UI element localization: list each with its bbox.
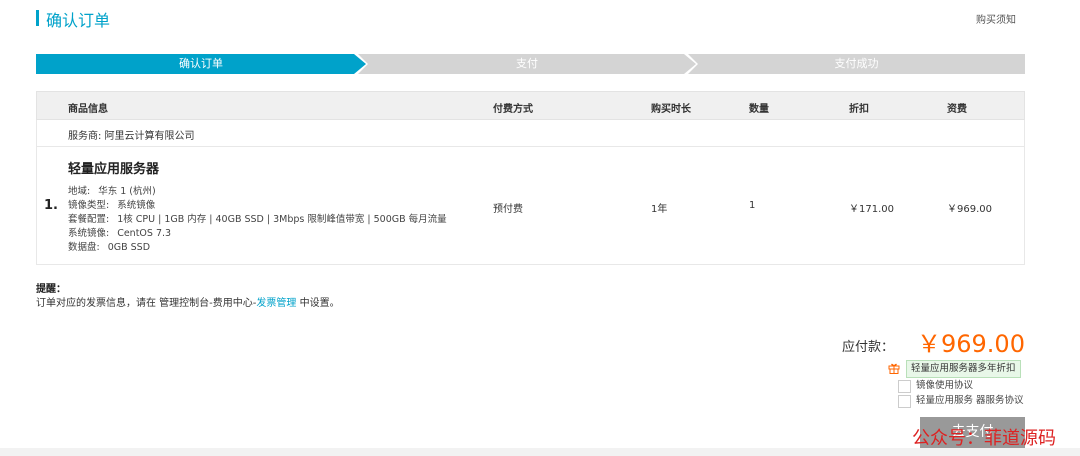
main-panel: 确认订单 支付 支付成功 商品信息 付费方式 购买时长 数量 折扣 资费 服务商… (0, 42, 1080, 449)
col-price: 资费 (947, 104, 967, 115)
spec-value: 系统镜像 (117, 200, 156, 211)
table-header: 商品信息 付费方式 购买时长 数量 折扣 资费 (36, 91, 1025, 120)
order-table: 商品信息 付费方式 购买时长 数量 折扣 资费 服务商: 阿里云计算有限公司 1… (36, 91, 1025, 265)
invoice-management-link[interactable]: 发票管理 (256, 298, 296, 309)
spec-system-image: 系统镜像: CentOS 7.3 (68, 227, 447, 241)
page-title: 确认订单 (46, 11, 111, 30)
step-pay-success: 支付成功 (688, 54, 1025, 74)
step-confirm-order: 确认订单 (36, 54, 366, 74)
top-bar: 确认订单 购买须知 (0, 0, 1080, 42)
col-discount: 折扣 (849, 104, 869, 115)
provider-name: 服务商: 阿里云计算有限公司 (68, 131, 195, 142)
purchase-notice-link[interactable]: 购买须知 (976, 11, 1016, 26)
reminder-text-after: 中设置。 (296, 298, 340, 309)
gift-icon (888, 363, 900, 374)
step-pay-label: 支付 (516, 57, 538, 70)
provider-row: 服务商: 阿里云计算有限公司 (36, 120, 1025, 147)
spec-image-type: 镜像类型: 系统镜像 (68, 199, 447, 213)
reminder-block: 提醒： 订单对应的发票信息，请在 管理控制台-费用中心-发票管理 中设置。 (36, 283, 340, 311)
spec-key: 系统镜像: (68, 228, 110, 239)
spec-region: 地域: 华东 1 (杭州) (68, 185, 447, 199)
title-accent-bar (36, 10, 39, 26)
discount-value: ￥171.00 (849, 204, 894, 215)
reminder-title: 提醒： (36, 284, 66, 295)
duration-value: 1年 (651, 204, 668, 215)
agreement-checkbox[interactable] (898, 395, 911, 408)
col-payment-method: 付费方式 (493, 104, 533, 115)
spec-package: 套餐配置: 1核 CPU | 1GB 内存 | 40GB SSD | 3Mbps … (68, 213, 447, 227)
step-confirm-label: 确认订单 (179, 57, 223, 70)
agreement-label[interactable]: 镜像使用协议 (916, 379, 973, 393)
spec-value: 0GB SSD (107, 242, 151, 253)
spec-data-disk: 数据盘: 0GB SSD (68, 241, 447, 255)
quantity-value: 1 (749, 200, 756, 211)
step-success-label: 支付成功 (834, 57, 879, 70)
price-value: ￥969.00 (947, 204, 992, 215)
spec-key: 镜像类型: (68, 200, 110, 211)
spec-key: 套餐配置: (68, 214, 110, 225)
payment-method-value: 预付费 (493, 204, 523, 215)
spec-key: 地域: (68, 186, 91, 197)
reminder-text: 订单对应的发票信息，请在 管理控制台-费用中心-发票管理 中设置。 (36, 297, 340, 311)
col-duration: 购买时长 (651, 104, 691, 115)
amount-due-label: 应付款： (842, 340, 895, 355)
spec-value: CentOS 7.3 (117, 228, 172, 239)
spec-value: 华东 1 (杭州) (98, 186, 156, 197)
step-pay: 支付 (358, 54, 696, 74)
reminder-text-before: 订单对应的发票信息，请在 管理控制台-费用中心- (36, 298, 257, 309)
agreement-label[interactable]: 轻量应用服务 器服务协议 (916, 394, 1024, 408)
col-quantity: 数量 (749, 104, 769, 115)
product-specs: 地域: 华东 1 (杭州) 镜像类型: 系统镜像 套餐配置: 1核 CPU | 1GB… (68, 185, 447, 255)
product-name: 轻量应用服务器 (68, 162, 160, 177)
order-steps: 确认订单 支付 支付成功 (36, 54, 1025, 74)
agreement-checkbox[interactable] (898, 380, 911, 393)
discount-tag: 轻量应用服务器多年折扣 (906, 360, 1021, 378)
table-row: 1. 轻量应用服务器 地域: 华东 1 (杭州) 镜像类型: 系统镜像 套餐配置: 1… (36, 147, 1025, 265)
col-product-info: 商品信息 (68, 104, 108, 115)
amount-due-value: ￥969.00 (917, 330, 1025, 358)
spec-value: 1核 CPU | 1GB 内存 | 40GB SSD | 3Mbps 限制峰值带… (117, 214, 447, 225)
footer-strip (0, 448, 1080, 456)
row-index: 1. (44, 198, 58, 213)
watermark-text: 公众号：菲道源码 (912, 428, 1056, 449)
spec-key: 数据盘: (68, 242, 100, 253)
